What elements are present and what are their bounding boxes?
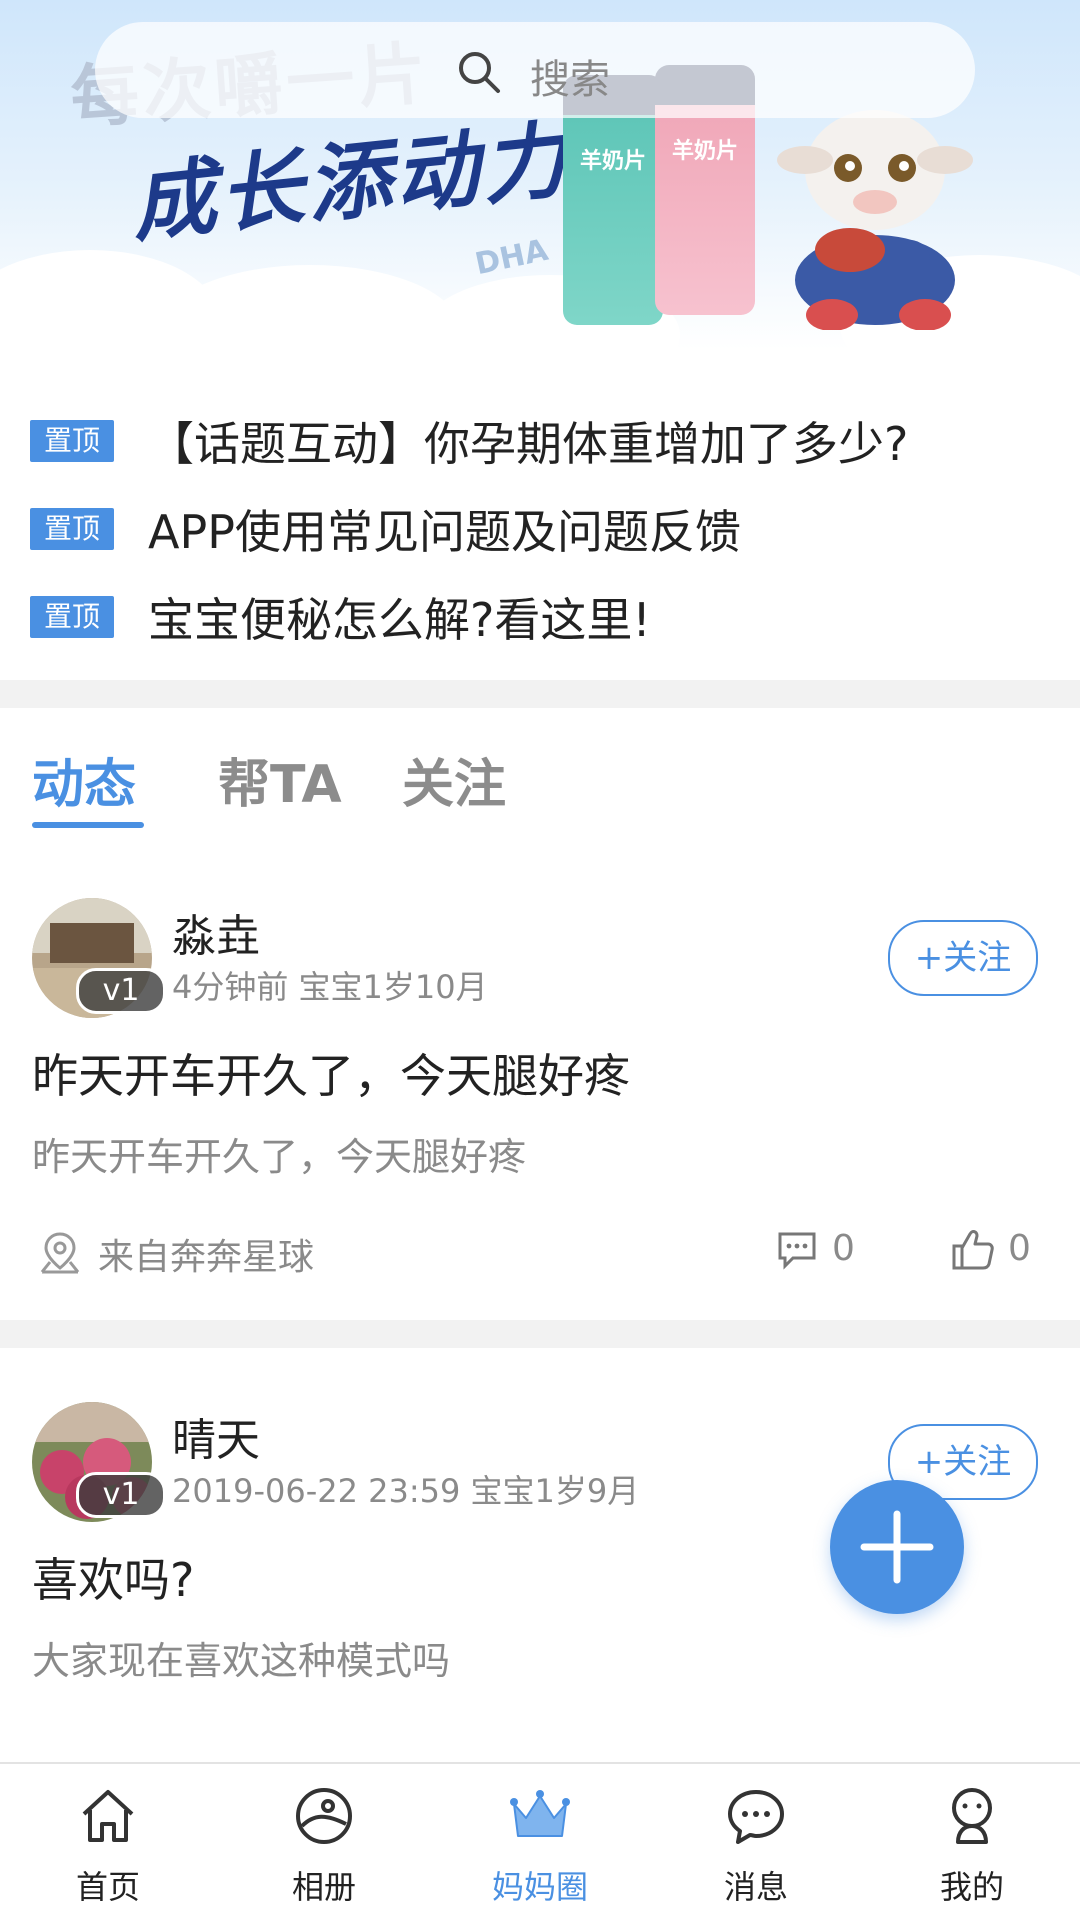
pinned-badge: 置顶 <box>30 596 114 638</box>
post-meta: 4分钟前 宝宝1岁10月 <box>172 962 488 1008</box>
profile-icon <box>952 1788 992 1844</box>
tab-guanzhu[interactable]: 关注 <box>402 742 506 817</box>
nav-item-mama-circle[interactable]: 妈妈圈 <box>432 1764 648 1922</box>
section-divider <box>0 680 1080 708</box>
product-label: 羊奶片 <box>579 149 646 174</box>
search-icon <box>459 52 500 93</box>
nav-item-me[interactable]: 我的 <box>864 1764 1080 1922</box>
location-icon <box>40 1232 80 1274</box>
product-label: 羊奶片 <box>671 139 738 164</box>
baby-age: 宝宝1岁9月 <box>470 1472 640 1510</box>
comment-count: 0 <box>832 1228 855 1269</box>
comment-icon[interactable] <box>775 1228 819 1272</box>
pinned-post[interactable]: 置顶 APP使用常见问题及问题反馈 <box>30 488 1050 568</box>
active-tab-indicator <box>32 822 144 828</box>
pinned-post-title: 【话题互动】你孕期体重增加了多少? <box>148 417 909 471</box>
nav-label: 首页 <box>75 1868 140 1906</box>
nav-label: 我的 <box>939 1868 1004 1906</box>
like-count: 0 <box>1008 1228 1031 1269</box>
post-title[interactable]: 喜欢吗? <box>32 1544 194 1610</box>
tab-dongtai[interactable]: 动态 <box>32 742 136 817</box>
bottom-nav: 首页 相册 妈妈圈 消息 我的 <box>0 1762 1080 1922</box>
goat-mascot-illustration <box>777 110 973 330</box>
search-placeholder: 搜索 <box>530 57 610 103</box>
pinned-badge: 置顶 <box>30 508 114 550</box>
post-meta: 2019-06-22 23:59 宝宝1岁9月 <box>172 1466 639 1512</box>
nav-label: 妈妈圈 <box>491 1868 588 1906</box>
tab-bang-ta[interactable]: 帮TA <box>218 742 342 817</box>
baby-age: 宝宝1岁10月 <box>298 968 488 1006</box>
pinned-post-title: 宝宝便秘怎么解?看这里! <box>148 593 651 647</box>
create-post-button[interactable] <box>830 1480 964 1614</box>
pinned-post[interactable]: 置顶 宝宝便秘怎么解?看这里! <box>30 576 1050 656</box>
follow-button[interactable]: +关注 <box>888 920 1038 996</box>
plus-icon <box>860 1510 934 1584</box>
like-icon[interactable] <box>950 1226 996 1272</box>
post-username[interactable]: 晴天 <box>172 1404 260 1468</box>
chat-icon <box>728 1790 784 1844</box>
nav-item-album[interactable]: 相册 <box>216 1764 432 1922</box>
nav-item-home[interactable]: 首页 <box>0 1764 216 1922</box>
crown-icon <box>510 1790 570 1837</box>
post-time: 2019-06-22 23:59 <box>172 1472 461 1510</box>
album-icon <box>296 1788 352 1844</box>
pinned-badge: 置顶 <box>30 420 114 462</box>
pinned-post[interactable]: 置顶 【话题互动】你孕期体重增加了多少? <box>30 400 1050 480</box>
level-badge: v1 <box>76 1472 166 1518</box>
post-username[interactable]: 淼垚 <box>172 900 260 964</box>
home-icon <box>82 1790 134 1842</box>
nav-label: 消息 <box>723 1868 788 1906</box>
post-location: 来自奔奔星球 <box>98 1237 315 1278</box>
post-body[interactable]: 昨天开车开久了，今天腿好疼 <box>32 1126 526 1181</box>
nav-label: 相册 <box>291 1868 356 1906</box>
post-title[interactable]: 昨天开车开久了，今天腿好疼 <box>32 1040 630 1106</box>
post-time: 4分钟前 <box>172 968 289 1006</box>
pinned-post-title: APP使用常见问题及问题反馈 <box>148 505 741 559</box>
nav-item-messages[interactable]: 消息 <box>648 1764 864 1922</box>
post-body[interactable]: 大家现在喜欢这种模式吗 <box>32 1630 450 1685</box>
section-divider <box>0 1320 1080 1348</box>
level-badge: v1 <box>76 968 166 1014</box>
